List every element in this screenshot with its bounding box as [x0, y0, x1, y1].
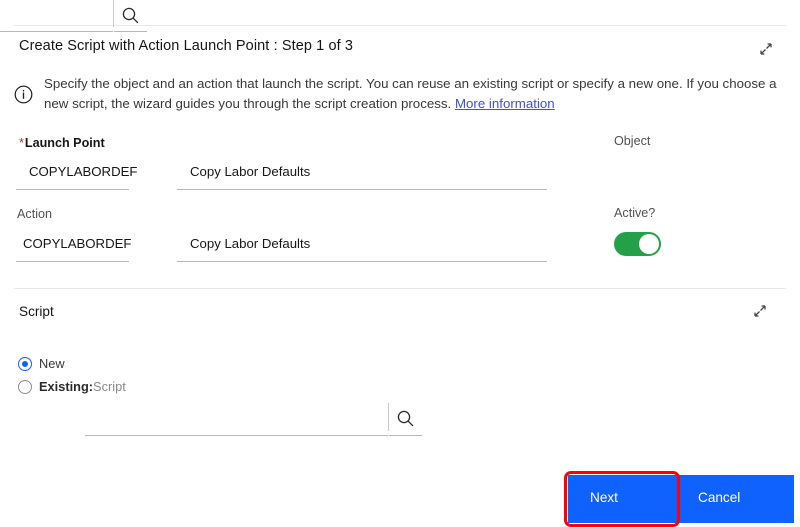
cancel-button-label: Cancel — [698, 490, 741, 505]
radio-existing-label-strong: Existing: — [39, 379, 94, 394]
launch-point-label-text: Launch Point — [24, 136, 105, 150]
radio-new-indicator — [18, 357, 32, 371]
collapse-icon[interactable] — [755, 38, 777, 60]
dialog-title: Create Script with Action Launch Point :… — [19, 38, 354, 54]
active-label: Active? — [614, 206, 656, 220]
action-id-value: COPYLABORDEF — [23, 236, 132, 251]
active-toggle[interactable] — [614, 232, 661, 256]
next-button-label: Next — [590, 490, 618, 505]
launch-point-description-input[interactable]: Copy Labor Defaults — [177, 158, 547, 190]
search-icon — [397, 410, 414, 427]
required-asterisk: * — [19, 136, 24, 150]
script-lookup-field-group — [85, 403, 422, 436]
object-label: Object — [614, 134, 651, 148]
create-script-dialog: Create Script with Action Launch Point :… — [0, 0, 800, 527]
script-search-button[interactable] — [389, 403, 422, 436]
more-information-link[interactable]: More information — [455, 96, 555, 111]
collapse-icon[interactable] — [749, 300, 771, 322]
info-circle-icon — [14, 85, 33, 104]
radio-existing-indicator — [18, 380, 32, 394]
cancel-button[interactable]: Cancel — [676, 475, 794, 523]
radio-existing-label-muted: Script — [93, 379, 126, 394]
radio-new-label: New — [39, 356, 65, 371]
script-section-title: Script — [19, 304, 54, 319]
action-description-value: Copy Labor Defaults — [190, 236, 311, 251]
action-id-input[interactable]: COPYLABORDEF — [16, 230, 132, 262]
search-icon — [122, 7, 139, 24]
action-label: Action — [17, 207, 53, 221]
action-description-input[interactable]: Copy Labor Defaults — [177, 230, 547, 262]
script-section-divider — [14, 288, 786, 289]
object-search-button[interactable] — [114, 0, 147, 32]
next-button[interactable]: Next — [568, 475, 676, 523]
object-input[interactable] — [0, 0, 113, 32]
launch-point-id-value: COPYLABORDEF — [29, 164, 138, 179]
radio-existing-label: Existing:Script — [39, 379, 126, 394]
info-text: Specify the object and an action that la… — [44, 74, 786, 113]
launch-point-description-value: Copy Labor Defaults — [190, 164, 311, 179]
active-toggle-knob — [639, 234, 659, 254]
info-text-body: Specify the object and an action that la… — [44, 76, 777, 111]
script-lookup-input[interactable] — [85, 403, 388, 436]
launch-point-id-input[interactable]: COPYLABORDEF — [16, 158, 137, 190]
launch-point-label: *Launch Point — [19, 136, 105, 150]
